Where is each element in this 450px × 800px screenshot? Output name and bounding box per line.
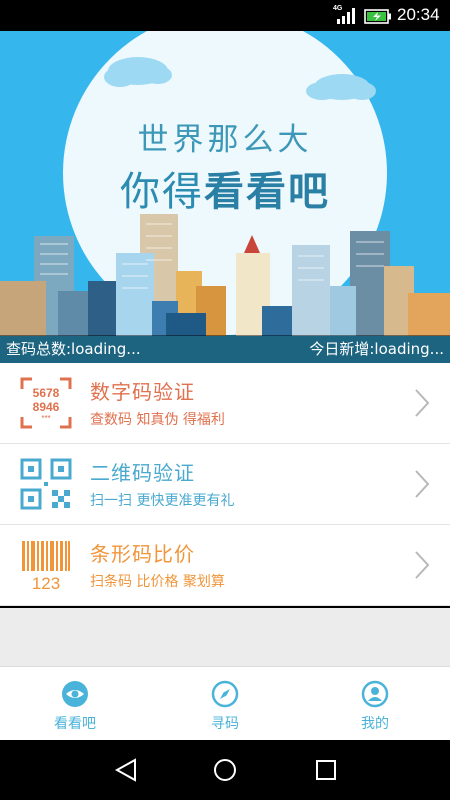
menu-item-title: 二维码验证 (90, 461, 195, 485)
today-new-count: 今日新增:loading... (309, 340, 444, 358)
tab-label: 寻码 (211, 716, 239, 732)
digital-code-icon-line3: *** (41, 414, 50, 423)
status-bar: 4G 20:34 (0, 0, 450, 31)
menu-item-subtitle: 查数码 知真伪 得福利 (90, 412, 225, 428)
user-icon (361, 680, 389, 708)
menu-item-qr-code[interactable]: 二维码验证 扫一扫 更快更准更有礼 (0, 444, 450, 525)
menu-item-subtitle: 扫条码 比价格 聚划算 (90, 574, 225, 590)
signal-icon (337, 8, 355, 24)
chevron-right-icon (415, 551, 430, 579)
tab-look[interactable]: 看看吧 (0, 667, 150, 741)
menu-item-title: 数字码验证 (90, 380, 195, 404)
home-icon[interactable] (212, 757, 238, 783)
clock: 20:34 (397, 5, 440, 24)
battery-charging-icon (364, 9, 391, 24)
banner-title-line1: 世界那么大 (137, 122, 313, 158)
menu-item-digital-code[interactable]: 5678 8946 *** 数字码验证 查数码 知真伪 得福利 (0, 363, 450, 444)
promo-banner[interactable]: 世界那么大 你得看看吧 查码总数:loading... 今日新增:loading… (0, 31, 450, 363)
barcode-icon-digits: 123 (32, 574, 60, 591)
verification-menu: 5678 8946 *** 数字码验证 查数码 知真伪 得福利 二维码验证 扫一… (0, 363, 450, 606)
banner-title-line2-normal: 你得 (120, 169, 204, 215)
chevron-right-icon (415, 470, 430, 498)
banner-title-line2-bold: 看看吧 (204, 169, 330, 215)
qr-code-icon (20, 458, 72, 510)
barcode-icon: 123 (22, 541, 70, 591)
back-icon[interactable] (113, 757, 139, 783)
tab-label: 我的 (361, 716, 389, 732)
tab-label: 看看吧 (54, 716, 96, 732)
chevron-right-icon (415, 389, 430, 417)
digital-code-icon: 5678 8946 *** (20, 377, 72, 429)
total-scan-count: 查码总数:loading... (6, 340, 141, 358)
compass-icon (211, 680, 239, 708)
tab-mine[interactable]: 我的 (300, 667, 450, 741)
menu-item-subtitle: 扫一扫 更快更准更有礼 (90, 493, 235, 509)
system-nav-bar (0, 740, 450, 800)
menu-item-title: 条形码比价 (90, 542, 195, 566)
stats-bar: 查码总数:loading... 今日新增:loading... (0, 335, 450, 363)
recents-icon[interactable] (313, 757, 339, 783)
bottom-tab-bar: 看看吧 寻码 我的 (0, 666, 450, 740)
digital-code-icon-line1: 5678 (33, 386, 60, 400)
menu-item-barcode[interactable]: 123 条形码比价 扫条码 比价格 聚划算 (0, 525, 450, 606)
eye-icon (62, 681, 88, 707)
tab-find-code[interactable]: 寻码 (150, 667, 300, 741)
digital-code-icon-line2: 8946 (33, 400, 60, 414)
banner-title-line2: 你得看看吧 (0, 159, 450, 217)
content-spacer (0, 608, 450, 666)
